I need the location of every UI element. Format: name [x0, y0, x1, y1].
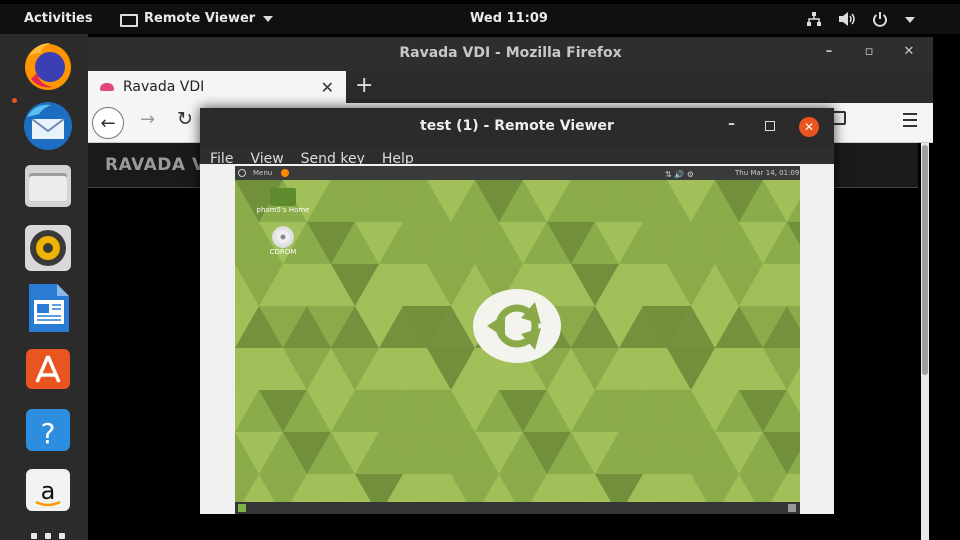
back-button[interactable]: ← [92, 107, 124, 139]
active-indicator [12, 98, 17, 103]
show-applications-icon[interactable] [31, 533, 65, 539]
firefox-launcher[interactable] [20, 38, 76, 94]
rhythmbox-icon [25, 225, 71, 271]
software-icon [26, 349, 70, 389]
dock: ? a [0, 34, 88, 540]
cdrom-icon[interactable]: CDROM [263, 226, 303, 256]
guest-trash-icon[interactable] [788, 504, 796, 512]
guest-menu-icon[interactable] [238, 169, 246, 177]
home-folder-icon[interactable]: phom5's Home [253, 188, 313, 214]
thunderbird-launcher[interactable] [20, 98, 76, 154]
remote-display-area[interactable]: Menu ⇅ 🔊 ⚙ Thu Mar 14, 01:09 phom5's Hom… [200, 164, 834, 514]
forward-button[interactable]: → [140, 109, 155, 130]
software-launcher[interactable] [20, 340, 76, 396]
close-button[interactable]: ✕ [799, 117, 819, 137]
guest-desktop[interactable]: Menu ⇅ 🔊 ⚙ Thu Mar 14, 01:09 phom5's Hom… [235, 166, 800, 514]
guest-wallpaper [235, 180, 800, 502]
ubuntu-mate-logo [473, 289, 561, 363]
power-icon [873, 12, 887, 27]
amazon-launcher[interactable]: a [20, 462, 76, 518]
files-launcher[interactable] [20, 158, 76, 214]
clock[interactable]: Wed 11:09 [470, 4, 548, 34]
firefox-titlebar[interactable]: Ravada VDI - Mozilla Firefox – ▫ ✕ [88, 37, 933, 71]
maximize-button[interactable] [765, 121, 775, 131]
remote-viewer-titlebar[interactable]: test (1) - Remote Viewer – ✕ [200, 108, 834, 146]
tab-ravada-vdi[interactable]: Ravada VDI ✕ [88, 71, 346, 103]
chevron-down-icon [905, 17, 915, 23]
volume-icon [839, 12, 855, 26]
home-folder-label: phom5's Home [256, 206, 310, 214]
new-tab-button[interactable]: + [355, 73, 373, 98]
minimize-button[interactable]: – [818, 44, 840, 59]
guest-bottom-panel [235, 502, 800, 514]
remote-viewer-title: test (1) - Remote Viewer [420, 118, 614, 134]
svg-text:?: ? [41, 417, 56, 450]
help-launcher[interactable]: ? [20, 402, 76, 458]
files-icon [25, 165, 71, 207]
guest-firefox-icon[interactable] [281, 169, 289, 177]
scrollbar-thumb[interactable] [922, 145, 928, 375]
cdrom-label: CDROM [269, 248, 297, 256]
help-icon: ? [26, 409, 70, 451]
app-menu-label: Remote Viewer [144, 11, 256, 26]
guest-menu-label[interactable]: Menu [253, 166, 272, 180]
guest-show-desktop-icon[interactable] [238, 504, 246, 512]
rhythmbox-launcher[interactable] [20, 220, 76, 276]
hamburger-menu-icon[interactable] [903, 113, 917, 131]
minimize-button[interactable]: – [728, 116, 735, 132]
svg-text:a: a [41, 477, 56, 505]
remote-viewer-window: test (1) - Remote Viewer – ✕ File View S… [200, 108, 834, 514]
chevron-down-icon [263, 16, 274, 22]
gnome-top-bar: Activities Remote Viewer Wed 11:09 [0, 4, 960, 34]
activities-button[interactable]: Activities [24, 4, 93, 34]
page-title: RAVADA V [105, 155, 206, 175]
network-icon [807, 12, 821, 26]
guest-top-panel: Menu ⇅ 🔊 ⚙ Thu Mar 14, 01:09 [235, 166, 800, 180]
writer-launcher[interactable] [20, 280, 76, 336]
tab-strip: Ravada VDI ✕ + [88, 71, 933, 103]
ravada-favicon-icon [100, 83, 114, 91]
reload-button[interactable]: ↻ [177, 108, 193, 130]
monitor-icon [120, 13, 138, 27]
firefox-icon [25, 43, 71, 90]
thunderbird-icon [24, 102, 72, 150]
tab-label: Ravada VDI [123, 79, 205, 95]
system-tray[interactable] [806, 4, 916, 34]
writer-icon [29, 284, 69, 332]
firefox-window-title: Ravada VDI - Mozilla Firefox [399, 45, 622, 61]
close-tab-icon[interactable]: ✕ [321, 78, 334, 97]
app-menu[interactable]: Remote Viewer [120, 4, 274, 34]
amazon-icon: a [26, 469, 70, 511]
close-button[interactable]: ✕ [898, 44, 920, 59]
guest-clock[interactable]: Thu Mar 14, 01:09 [735, 166, 799, 180]
maximize-button[interactable]: ▫ [858, 44, 880, 59]
